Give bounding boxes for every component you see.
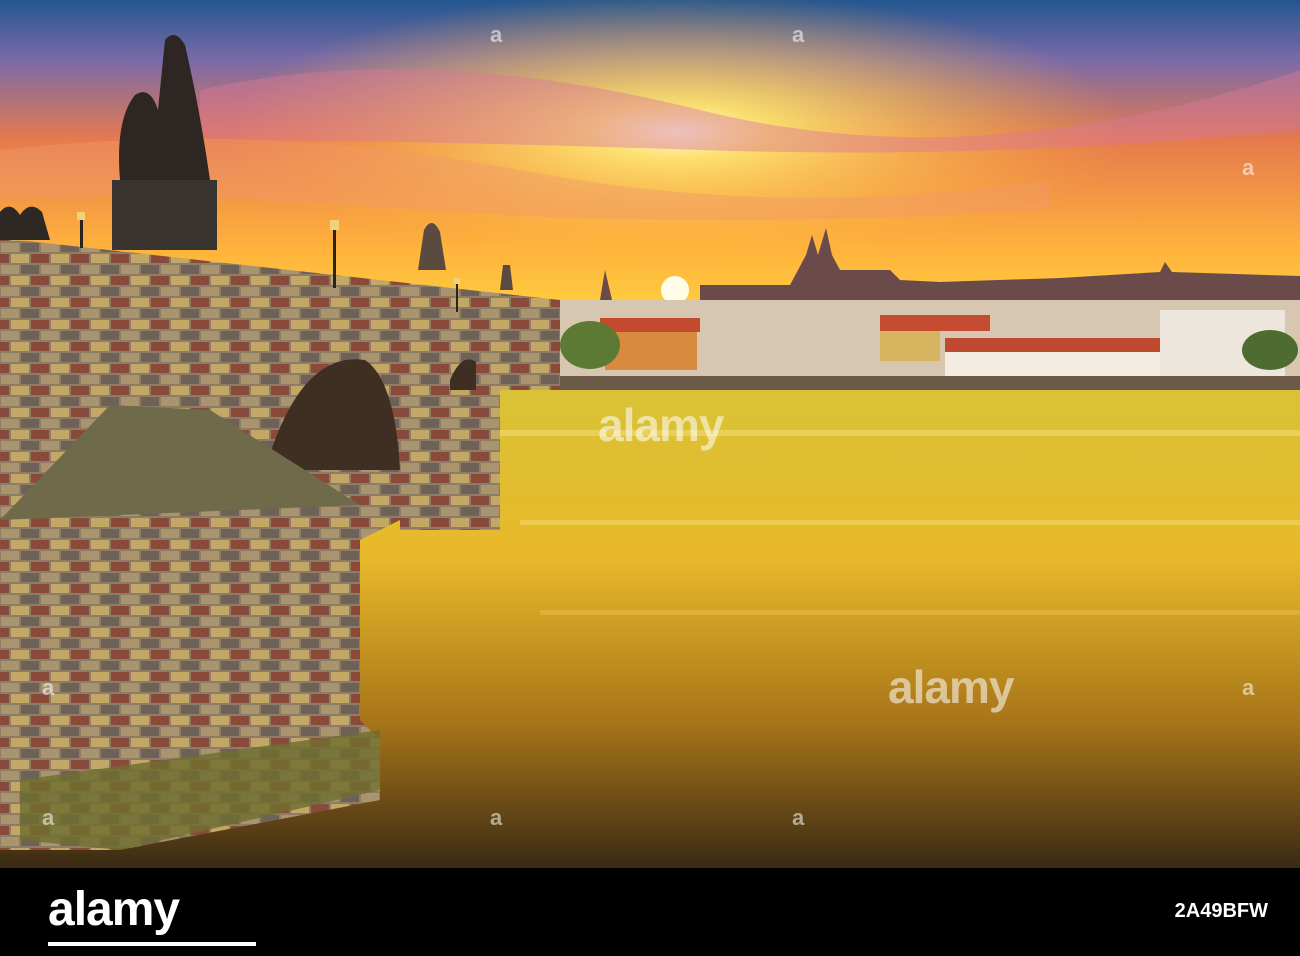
watermark-mark: a [792,805,804,830]
watermark-mark: a [792,22,804,47]
watermark-mark: a [1242,155,1254,180]
brand-underline [48,942,256,946]
watermark-mark: a [42,675,54,700]
street-lamp [454,278,460,284]
red-roofs [600,318,700,332]
brand-logo: alamy [48,883,180,936]
bridge-pillar [400,390,500,530]
watermark-text: alamy [888,661,1014,713]
trees [1242,330,1298,370]
trees [560,321,620,369]
statue-pedestal [112,180,217,250]
stock-photo-frame: alamy alamy a a a a a a a a alamy 2A49BF… [0,0,1300,956]
red-roofs [880,315,990,331]
watermark-text: alamy [598,399,724,451]
yellow-building [880,331,940,361]
street-lamp [77,212,85,220]
watermark-mark: a [490,805,502,830]
street-lamp [456,282,458,312]
stock-footer-bar: alamy 2A49BFW [0,868,1300,956]
water-ripples [520,520,1300,525]
stock-image-id: 2A49BFW [1174,900,1268,922]
street-lamp [80,218,83,248]
watermark-mark: a [490,22,502,47]
watermark-mark: a [1242,675,1254,700]
street-lamp [330,220,339,230]
sun [661,276,689,304]
street-lamp [333,228,336,288]
water-ripples [540,610,1300,615]
watermark-mark: a [42,805,54,830]
white-building [945,352,1165,378]
red-roofs [945,338,1165,352]
